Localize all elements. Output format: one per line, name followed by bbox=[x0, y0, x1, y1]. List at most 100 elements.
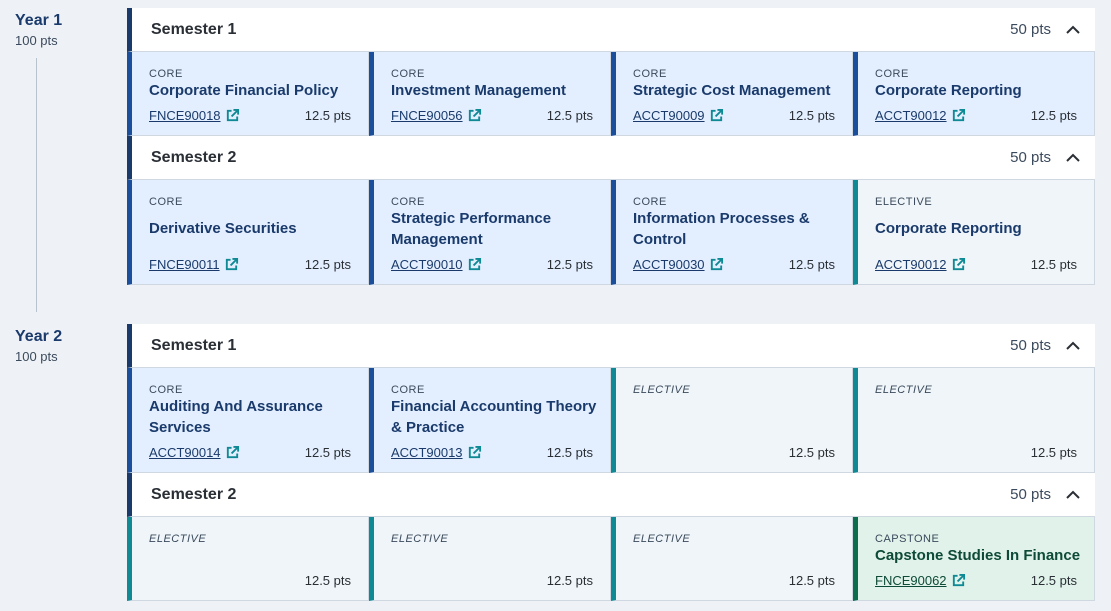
subject-card[interactable]: CORE Strategic Performance Management AC… bbox=[369, 180, 611, 285]
subject-type: CAPSTONE bbox=[875, 533, 940, 545]
semester-title: Semester 2 bbox=[151, 485, 237, 503]
chevron-up-icon[interactable] bbox=[1051, 8, 1095, 52]
subject-code[interactable]: ACCT90012 bbox=[875, 108, 947, 123]
subject-code[interactable]: FNCE90011 bbox=[149, 257, 220, 272]
external-link-icon bbox=[226, 108, 239, 122]
external-link-icon bbox=[225, 257, 238, 271]
subject-points: 12.5 pts bbox=[1030, 257, 1077, 272]
subject-name[interactable]: Capstone Studies In Finance bbox=[875, 545, 1090, 566]
semester-header[interactable]: Semester 1 50 pts bbox=[127, 324, 1095, 368]
subject-name[interactable]: Derivative Securities bbox=[149, 218, 364, 239]
elective-slot[interactable]: ELECTIVE 12.5 pts bbox=[127, 517, 369, 601]
subject-code[interactable]: ACCT90009 bbox=[633, 108, 705, 123]
subject-card[interactable]: CORE Investment Management FNCE90056 12.… bbox=[369, 52, 611, 136]
subject-type: CORE bbox=[149, 68, 183, 80]
subject-code-link[interactable]: ACCT90012 bbox=[875, 108, 966, 123]
subject-type: CORE bbox=[633, 68, 667, 80]
subject-type: CORE bbox=[391, 68, 425, 80]
semester-title: Semester 1 bbox=[151, 20, 237, 38]
semester-points: 50 pts bbox=[1010, 21, 1051, 38]
subject-card[interactable]: CAPSTONE Capstone Studies In Finance FNC… bbox=[853, 517, 1095, 601]
subject-code[interactable]: ACCT90013 bbox=[391, 445, 463, 460]
subject-type: ELECTIVE bbox=[875, 384, 933, 396]
elective-slot[interactable]: ELECTIVE 12.5 pts bbox=[369, 517, 611, 601]
subject-name[interactable]: Corporate Reporting bbox=[875, 218, 1090, 239]
subject-code[interactable]: FNCE90056 bbox=[391, 108, 463, 123]
subject-card[interactable]: CORE Strategic Cost Management ACCT90009… bbox=[611, 52, 853, 136]
elective-slot[interactable]: ELECTIVE 12.5 pts bbox=[611, 368, 853, 473]
subject-code[interactable]: ACCT90014 bbox=[149, 445, 221, 460]
subject-points: 12.5 pts bbox=[788, 108, 835, 123]
subject-name[interactable]: Strategic Cost Management bbox=[633, 80, 848, 101]
semester-panel: Semester 1 50 pts CORE Corporate Financi… bbox=[127, 8, 1095, 136]
subject-cards: CORE Derivative Securities FNCE90011 12.… bbox=[127, 180, 1095, 285]
subject-card[interactable]: CORE Financial Accounting Theory & Pract… bbox=[369, 368, 611, 473]
subject-name[interactable]: Investment Management bbox=[391, 80, 606, 101]
semester-panel: Semester 2 50 pts CORE Derivative Securi… bbox=[127, 136, 1095, 285]
semester-panel: Semester 1 50 pts CORE Auditing And Assu… bbox=[127, 324, 1095, 473]
subject-type: ELECTIVE bbox=[875, 196, 933, 208]
subject-type: CORE bbox=[875, 68, 909, 80]
year-1-semesters: Semester 1 50 pts CORE Corporate Financi… bbox=[127, 8, 1095, 285]
year-points: 100 pts bbox=[15, 33, 58, 48]
elective-slot[interactable]: ELECTIVE 12.5 pts bbox=[853, 368, 1095, 473]
subject-code-link[interactable]: FNCE90056 bbox=[391, 108, 482, 123]
subject-code[interactable]: ACCT90010 bbox=[391, 257, 463, 272]
subject-code-link[interactable]: ACCT90012 bbox=[875, 257, 966, 272]
chevron-up-icon[interactable] bbox=[1051, 473, 1095, 517]
subject-points: 12.5 pts bbox=[788, 445, 835, 460]
subject-card[interactable]: CORE Corporate Financial Policy FNCE9001… bbox=[127, 52, 369, 136]
subject-name[interactable]: Auditing And Assurance Services bbox=[149, 396, 364, 438]
subject-name[interactable]: Information Processes & Control bbox=[633, 208, 848, 250]
external-link-icon bbox=[952, 108, 965, 122]
subject-code-link[interactable]: ACCT90013 bbox=[391, 445, 482, 460]
subject-type: CORE bbox=[633, 196, 667, 208]
subject-points: 12.5 pts bbox=[788, 257, 835, 272]
subject-code[interactable]: ACCT90012 bbox=[875, 257, 947, 272]
semester-points: 50 pts bbox=[1010, 486, 1051, 503]
subject-type: ELECTIVE bbox=[633, 533, 691, 545]
semester-header[interactable]: Semester 2 50 pts bbox=[127, 136, 1095, 180]
subject-points: 12.5 pts bbox=[304, 573, 351, 588]
chevron-up-icon[interactable] bbox=[1051, 324, 1095, 368]
external-link-icon bbox=[468, 445, 481, 459]
subject-code[interactable]: FNCE90062 bbox=[875, 573, 947, 588]
subject-code-link[interactable]: ACCT90030 bbox=[633, 257, 724, 272]
subject-name[interactable]: Corporate Reporting bbox=[875, 80, 1090, 101]
external-link-icon bbox=[468, 257, 481, 271]
semester-title: Semester 1 bbox=[151, 336, 237, 354]
subject-points: 12.5 pts bbox=[304, 108, 351, 123]
subject-code-link[interactable]: ACCT90014 bbox=[149, 445, 240, 460]
subject-code-link[interactable]: ACCT90009 bbox=[633, 108, 724, 123]
subject-points: 12.5 pts bbox=[1030, 445, 1077, 460]
year-title: Year 1 bbox=[15, 12, 63, 29]
subject-card[interactable]: CORE Derivative Securities FNCE90011 12.… bbox=[127, 180, 369, 285]
semester-header[interactable]: Semester 2 50 pts bbox=[127, 473, 1095, 517]
subject-card[interactable]: CORE Auditing And Assurance Services ACC… bbox=[127, 368, 369, 473]
subject-code[interactable]: FNCE90018 bbox=[149, 108, 221, 123]
subject-name[interactable]: Corporate Financial Policy bbox=[149, 80, 364, 101]
subject-code-link[interactable]: ACCT90010 bbox=[391, 257, 482, 272]
elective-slot[interactable]: ELECTIVE 12.5 pts bbox=[611, 517, 853, 601]
subject-code-link[interactable]: FNCE90018 bbox=[149, 108, 240, 123]
semester-points: 50 pts bbox=[1010, 337, 1051, 354]
year-2-label: Year 2 100 pts bbox=[15, 326, 115, 366]
subject-points: 12.5 pts bbox=[1030, 108, 1077, 123]
subject-code-link[interactable]: FNCE90011 bbox=[149, 257, 239, 272]
semester-title: Semester 2 bbox=[151, 148, 237, 166]
subject-card[interactable]: CORE Corporate Reporting ACCT90012 12.5 … bbox=[853, 52, 1095, 136]
subject-cards: CORE Auditing And Assurance Services ACC… bbox=[127, 368, 1095, 473]
subject-card[interactable]: CORE Information Processes & Control ACC… bbox=[611, 180, 853, 285]
subject-card[interactable]: ELECTIVE Corporate Reporting ACCT90012 1… bbox=[853, 180, 1095, 285]
chevron-up-icon[interactable] bbox=[1051, 136, 1095, 180]
subject-name[interactable]: Strategic Performance Management bbox=[391, 208, 606, 250]
timeline-line bbox=[36, 58, 37, 312]
subject-points: 12.5 pts bbox=[1030, 573, 1077, 588]
subject-name[interactable]: Financial Accounting Theory & Practice bbox=[391, 396, 606, 438]
semester-header[interactable]: Semester 1 50 pts bbox=[127, 8, 1095, 52]
subject-code-link[interactable]: FNCE90062 bbox=[875, 573, 966, 588]
subject-points: 12.5 pts bbox=[304, 257, 351, 272]
subject-code[interactable]: ACCT90030 bbox=[633, 257, 705, 272]
external-link-icon bbox=[952, 257, 965, 271]
subject-type: CORE bbox=[391, 196, 425, 208]
